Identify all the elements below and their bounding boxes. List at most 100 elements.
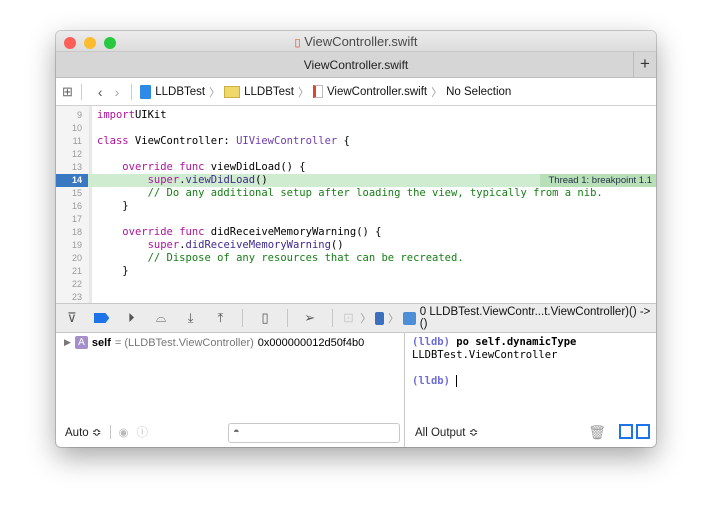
code-line[interactable]: 19 super.didReceiveMemoryWarning() (56, 239, 656, 252)
code-text: importUIKit (97, 109, 167, 122)
line-number[interactable]: 22 (56, 278, 82, 291)
process-icon[interactable]: ⊡ (341, 310, 357, 326)
text-cursor (456, 375, 458, 387)
trash-icon[interactable]: 🗑 (588, 424, 606, 441)
quick-look-icon[interactable]: ◉ (119, 425, 129, 439)
code-text: super.viewDidLoad() (97, 174, 268, 187)
source-editor[interactable]: 9 importUIKit 10 11 class ViewController: UI… (56, 106, 656, 303)
breadcrumb-symbol[interactable]: No Selection (446, 86, 511, 98)
code-line[interactable]: 15 // Do any additional setup after load… (56, 187, 656, 200)
line-number[interactable]: 21 (56, 265, 82, 278)
breadcrumb-project[interactable]: LLDBTest (155, 86, 205, 98)
line-number[interactable]: 17 (56, 213, 82, 226)
code-text: override func didReceiveMemoryWarning() … (97, 226, 382, 239)
frame-icon (403, 311, 416, 325)
code-line[interactable]: 9 importUIKit (56, 109, 656, 122)
code-line[interactable]: 12 (56, 148, 656, 161)
line-number[interactable]: 11 (56, 135, 82, 148)
continue-icon[interactable]: ⏵ (123, 310, 139, 326)
xcode-window: ▯ ViewController.swift ViewController.sw… (56, 31, 656, 447)
code-line[interactable]: 22 (56, 278, 656, 291)
breadcrumb-group[interactable]: LLDBTest (244, 86, 294, 98)
console-command: po self.dynamicType (456, 336, 577, 348)
line-number[interactable]: 9 (56, 109, 82, 122)
code-token: ViewController: (128, 135, 237, 147)
jump-bar: ⊞ ‹ › LLDBTest 〉 LLDBTest 〉 ViewControll… (56, 78, 656, 106)
line-number[interactable]: 10 (56, 122, 82, 135)
console-footer: All Output ≎ 🗑 (406, 417, 656, 447)
variable-name: self (91, 336, 111, 349)
output-filter-selector[interactable]: All Output ≎ (415, 425, 478, 439)
code-token: () (330, 239, 344, 251)
code-token: super (147, 239, 180, 251)
tab-viewcontroller[interactable]: ViewController.swift (304, 58, 408, 72)
scope-selector[interactable]: Auto ≎ (65, 425, 102, 439)
console-prompt: (lldb) (412, 336, 450, 348)
line-number[interactable]: 19 (56, 239, 82, 252)
console-output[interactable]: (lldb) po self.dynamicType LLDBTest.View… (412, 336, 576, 388)
minimize-button[interactable] (84, 37, 96, 49)
code-text: override func viewDidLoad() { (97, 161, 305, 174)
code-line[interactable]: 13 override func viewDidLoad() { (56, 161, 656, 174)
line-number[interactable]: 20 (56, 252, 82, 265)
instance-badge-icon: A (74, 336, 88, 349)
code-line[interactable]: 20 // Dispose of any resources that can … (56, 252, 656, 265)
code-token: // Do any additional setup after loading… (97, 187, 603, 199)
show-console-button[interactable] (636, 424, 650, 439)
thread-icon[interactable] (375, 311, 385, 325)
stack-frame-label[interactable]: 0 LLDBTest.ViewContr...t.ViewController)… (420, 306, 656, 330)
back-button[interactable]: ‹ (98, 84, 103, 100)
code-line[interactable]: 17 (56, 213, 656, 226)
info-icon[interactable]: ⓘ (137, 424, 149, 440)
show-variables-button[interactable] (619, 424, 633, 439)
zoom-button[interactable] (104, 37, 116, 49)
line-number[interactable]: 18 (56, 226, 82, 239)
console-view[interactable]: (lldb) po self.dynamicType LLDBTest.View… (406, 333, 656, 447)
code-line[interactable]: 10 (56, 122, 656, 135)
line-number[interactable]: 15 (56, 187, 82, 200)
disclosure-triangle-icon[interactable]: ▶ (64, 337, 71, 348)
add-tab-button[interactable]: + (633, 52, 656, 78)
code-token: // Dispose of any resources that can be … (97, 252, 464, 264)
project-icon (140, 84, 152, 99)
variable-row[interactable]: ▶ A self = (LLDBTest.ViewController) 0x0… (64, 336, 364, 349)
code-token: } (97, 265, 129, 277)
code-line[interactable]: 18 override func didReceiveMemoryWarning… (56, 226, 656, 239)
step-over-icon[interactable]: ⌓ (153, 310, 169, 326)
hide-debug-area-icon[interactable]: ⊽ (64, 310, 80, 326)
breadcrumb-file[interactable]: ViewController.swift (327, 86, 427, 98)
line-number[interactable]: 14 (56, 174, 88, 187)
code-token: override func (122, 226, 205, 238)
forward-button[interactable]: › (115, 84, 120, 100)
breakpoints-toggle-icon[interactable] (93, 313, 110, 323)
related-items-icon[interactable]: ⊞ (62, 84, 73, 100)
code-token: import (97, 109, 135, 121)
line-number[interactable]: 12 (56, 148, 82, 161)
simulate-location-icon[interactable]: ➢ (302, 310, 318, 326)
code-token: super (147, 174, 180, 186)
view-debugger-icon[interactable]: ▯ (257, 310, 273, 326)
step-into-icon[interactable]: ⤓ (183, 310, 199, 326)
code-text: // Dispose of any resources that can be … (97, 252, 464, 265)
variables-filter-input[interactable]: ◓ (228, 423, 400, 443)
title-bar: ▯ ViewController.swift (56, 31, 656, 51)
code-line[interactable]: 14 super.viewDidLoad() Thread 1: breakpoi… (56, 174, 656, 187)
code-token: override func (122, 161, 205, 173)
code-line[interactable]: 16 } (56, 200, 656, 213)
line-number[interactable]: 16 (56, 200, 82, 213)
swift-file-icon: ▯ (294, 37, 301, 49)
code-token: () (255, 174, 268, 186)
variables-view: ▶ A self = (LLDBTest.ViewController) 0x0… (56, 333, 405, 447)
close-button[interactable] (64, 37, 76, 49)
line-number[interactable]: 13 (56, 161, 82, 174)
code-text: } (97, 265, 129, 278)
code-line[interactable]: 11 class ViewController: UIViewController… (56, 135, 656, 148)
breakpoint-annotation: Thread 1: breakpoint 1.1 (540, 174, 656, 187)
code-token: didReceiveMemoryWarning() { (204, 226, 382, 238)
code-line[interactable]: 21 } (56, 265, 656, 278)
step-out-icon[interactable]: ⤒ (213, 310, 229, 326)
tab-bar: ViewController.swift + (56, 51, 656, 78)
folder-icon (224, 85, 241, 98)
